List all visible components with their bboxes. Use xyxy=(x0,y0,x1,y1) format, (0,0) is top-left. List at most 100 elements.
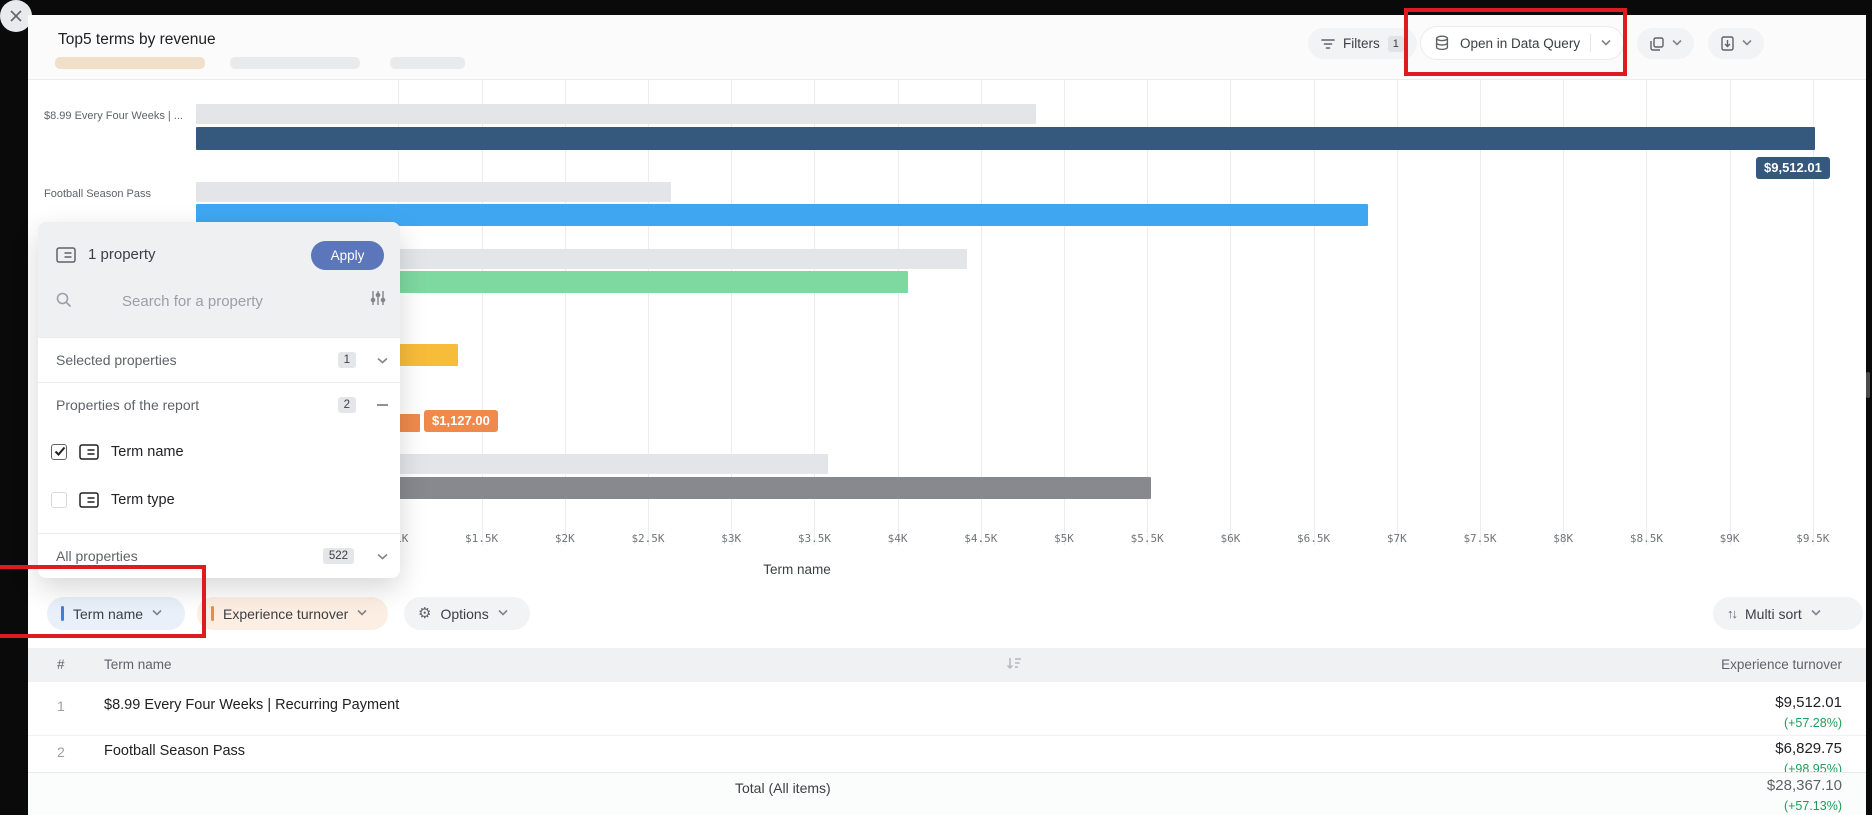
turnover-value: $6,829.75 xyxy=(1775,740,1842,757)
property-picker-panel: 1 property Apply Selected properties 1 P… xyxy=(38,222,400,578)
search-icon xyxy=(56,292,72,308)
apply-button[interactable]: Apply xyxy=(311,241,384,270)
scrollbar-thumb[interactable] xyxy=(1866,372,1870,398)
column-header-term-name[interactable]: Term name xyxy=(104,657,172,672)
bar-current-period[interactable] xyxy=(196,127,1815,150)
row-index: 2 xyxy=(57,744,65,760)
divider xyxy=(1590,34,1591,52)
dimension-chip-term-name[interactable]: Term name xyxy=(47,597,185,630)
open-in-data-query-button[interactable]: Open in Data Query xyxy=(1420,26,1624,60)
turnover-change: (+57.28%) xyxy=(1784,716,1842,730)
x-tick-label: $1.5K xyxy=(465,532,498,545)
chevron-down-icon xyxy=(498,609,507,618)
property-item-label: Term name xyxy=(111,444,184,460)
partial-chip xyxy=(230,57,360,69)
section-badge: 1 xyxy=(338,352,356,368)
term-name-cell: Football Season Pass xyxy=(104,743,245,759)
sort-arrows-icon: ↑↓ xyxy=(1727,606,1736,621)
chip-label: Multi sort xyxy=(1745,606,1802,622)
table-header: # Term name Experience turnover xyxy=(28,648,1866,682)
x-tick-label: $8K xyxy=(1553,532,1573,545)
copy-icon xyxy=(1650,37,1664,51)
term-name-cell: $8.99 Every Four Weeks | Recurring Payme… xyxy=(104,697,399,713)
bar-previous-period[interactable] xyxy=(196,182,671,202)
options-chip[interactable]: ⚙ Options xyxy=(404,597,530,630)
term-name-checkbox[interactable] xyxy=(51,444,67,460)
property-list-icon xyxy=(79,444,99,460)
term-type-checkbox[interactable] xyxy=(51,492,67,508)
gear-icon: ⚙ xyxy=(418,606,431,621)
all-properties-section[interactable]: All properties 522 xyxy=(38,533,400,578)
panel-header xyxy=(38,222,400,337)
chart-category-label: $8.99 Every Four Weeks | ... xyxy=(44,110,192,122)
turnover-value: $9,512.01 xyxy=(1775,694,1842,711)
chart-category-label: Football Season Pass xyxy=(44,188,192,200)
filter-settings-icon[interactable] xyxy=(370,290,386,306)
section-badge: 2 xyxy=(338,397,356,413)
table-row[interactable]: 1 $8.99 Every Four Weeks | Recurring Pay… xyxy=(28,682,1866,736)
column-header-experience-turnover[interactable]: Experience turnover xyxy=(1721,657,1842,672)
multi-sort-chip[interactable]: ↑↓ Multi sort xyxy=(1713,597,1863,630)
chevron-down-icon[interactable] xyxy=(377,553,388,560)
report-properties-section[interactable]: Properties of the report 2 xyxy=(38,382,400,427)
bar-value-tooltip: $1,127.00 xyxy=(424,410,498,432)
chevron-down-icon[interactable] xyxy=(1601,39,1610,48)
accent-bar xyxy=(61,606,64,621)
x-tick-label: $7.5K xyxy=(1463,532,1496,545)
close-icon xyxy=(10,10,22,22)
x-tick-label: $4K xyxy=(888,532,908,545)
chevron-down-icon[interactable] xyxy=(1672,39,1681,48)
x-tick-label: $9K xyxy=(1720,532,1740,545)
x-tick-label: $2K xyxy=(555,532,575,545)
section-label: Properties of the report xyxy=(56,397,199,413)
export-button[interactable] xyxy=(1708,28,1764,59)
property-item-term-name[interactable]: Term name xyxy=(51,444,184,460)
section-label: Selected properties xyxy=(56,352,177,368)
table-row[interactable]: 2 Football Season Pass $6,829.75 (+98.95… xyxy=(28,736,1866,772)
panel-title: 1 property xyxy=(88,246,156,263)
database-icon xyxy=(1434,35,1450,51)
filter-icon xyxy=(1321,38,1335,50)
x-tick-label: $6.5K xyxy=(1297,532,1330,545)
row-index: 1 xyxy=(57,698,65,714)
sort-descending-icon[interactable] xyxy=(1006,656,1022,670)
filters-button[interactable]: Filters 1 xyxy=(1308,28,1417,59)
chevron-down-icon xyxy=(152,609,161,618)
chevron-down-icon xyxy=(357,609,366,618)
x-tick-label: $6K xyxy=(1220,532,1240,545)
chevron-down-icon xyxy=(1811,609,1820,618)
filters-count-badge: 1 xyxy=(1388,36,1404,52)
property-item-label: Term type xyxy=(111,492,175,508)
chevron-down-icon[interactable] xyxy=(1742,39,1751,48)
x-tick-label: $4.5K xyxy=(964,532,997,545)
x-tick-label: $5.5K xyxy=(1131,532,1164,545)
column-header-index[interactable]: # xyxy=(57,657,65,672)
x-tick-label: $8.5K xyxy=(1630,532,1663,545)
chip-label: Experience turnover xyxy=(223,606,348,622)
x-tick-label: $5K xyxy=(1054,532,1074,545)
bar-value-tooltip: $9,512.01 xyxy=(1756,157,1830,179)
property-item-term-type[interactable]: Term type xyxy=(51,492,175,508)
x-tick-label: $3.5K xyxy=(798,532,831,545)
x-tick-label: $2.5K xyxy=(631,532,664,545)
selected-properties-section[interactable]: Selected properties 1 xyxy=(38,337,400,382)
x-axis: $1K$1.5K$2K$2.5K$3K$3.5K$4K$4.5K$5K$5.5K… xyxy=(196,532,1872,552)
chevron-down-icon[interactable] xyxy=(377,357,388,364)
collapse-icon[interactable] xyxy=(377,404,388,406)
table-total-row: Total (All items) $28,367.10 (+57.13%) xyxy=(28,772,1866,815)
chip-label: Term name xyxy=(73,606,143,622)
property-search-input[interactable] xyxy=(122,288,352,314)
page-title: Top5 terms by revenue xyxy=(58,31,216,49)
check-icon xyxy=(53,444,67,458)
partial-chip xyxy=(55,57,205,69)
total-value: $28,367.10 xyxy=(1767,777,1842,794)
bar-previous-period[interactable] xyxy=(196,104,1036,124)
property-list-icon xyxy=(79,492,99,508)
duplicate-widget-button[interactable] xyxy=(1637,28,1694,59)
total-change: (+57.13%) xyxy=(1784,799,1842,813)
property-list-icon xyxy=(56,247,76,263)
section-badge: 522 xyxy=(323,548,354,564)
x-tick-label: $3K xyxy=(721,532,741,545)
metric-chip-experience-turnover[interactable]: Experience turnover xyxy=(197,597,388,630)
filters-label: Filters xyxy=(1343,36,1380,51)
